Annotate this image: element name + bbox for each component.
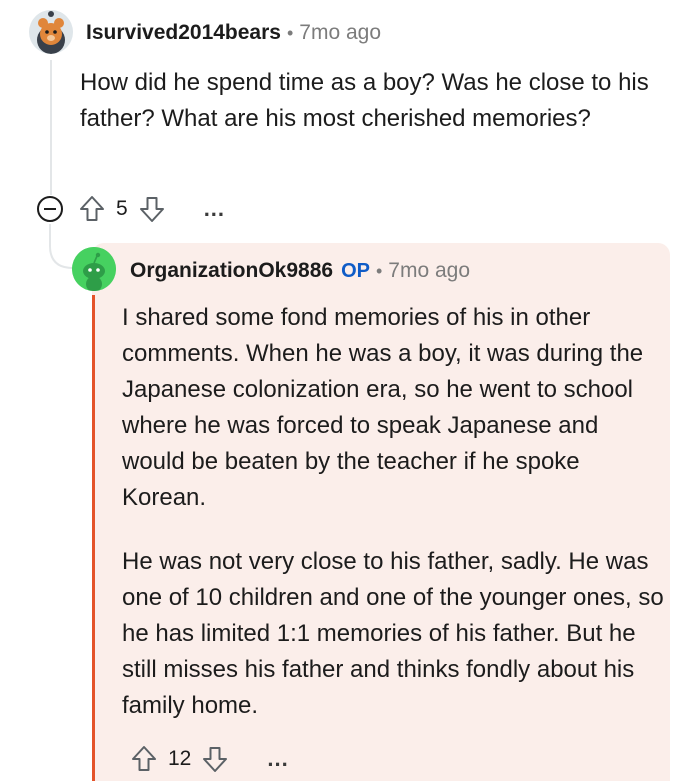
comment-actions: 5 ... xyxy=(36,193,225,225)
comment-actions: 12 ... xyxy=(130,743,289,775)
downvote-button[interactable] xyxy=(138,194,166,224)
downvote-icon xyxy=(139,197,164,222)
reply-highlight-bar xyxy=(92,295,95,781)
collapse-icon xyxy=(37,196,63,222)
more-options-button[interactable]: ... xyxy=(267,746,288,772)
comment-body-paragraph-2: He was not very close to his father, sad… xyxy=(122,548,664,719)
bear-avatar-icon xyxy=(29,10,73,54)
upvote-icon xyxy=(80,196,104,221)
more-options-button[interactable]: ... xyxy=(204,196,225,222)
avatar[interactable] xyxy=(29,10,73,54)
vote-count: 12 xyxy=(168,747,192,770)
upvote-button[interactable] xyxy=(130,744,158,774)
upvote-icon xyxy=(132,746,156,771)
collapse-button[interactable] xyxy=(36,195,64,223)
avatar[interactable] xyxy=(72,247,116,291)
op-badge: OP xyxy=(341,259,370,282)
comment-header: OrganizationOk9886 OP • 7mo ago xyxy=(130,258,470,284)
thread-line-parent xyxy=(50,60,52,195)
comment-body-paragraph-1: I shared some fond memories of his in ot… xyxy=(122,304,644,511)
vote-count: 5 xyxy=(116,197,128,220)
comment-body: How did he spend time as a boy? Was he c… xyxy=(80,69,649,132)
separator: • xyxy=(286,22,294,43)
timestamp[interactable]: 7mo ago xyxy=(299,21,381,45)
timestamp[interactable]: 7mo ago xyxy=(388,259,470,283)
separator: • xyxy=(375,260,383,281)
downvote-button[interactable] xyxy=(201,744,229,774)
upvote-button[interactable] xyxy=(78,194,106,224)
username[interactable]: OrganizationOk9886 xyxy=(130,259,333,283)
username[interactable]: Isurvived2014bears xyxy=(86,21,281,45)
comment-header: Isurvived2014bears • 7mo ago xyxy=(86,20,381,46)
downvote-icon xyxy=(203,747,228,772)
snoo-avatar-icon xyxy=(72,247,116,291)
